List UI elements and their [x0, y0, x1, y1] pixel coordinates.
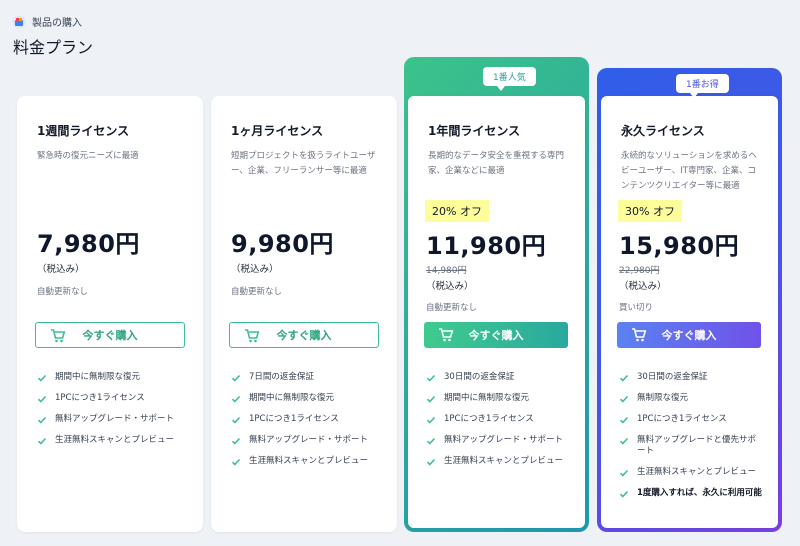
buy-now-button[interactable]: 今すぐ購入: [35, 322, 185, 348]
feature-list: 30日間の返金保証 期間中に無制限な復元 1PCにつき1ライセンス 無料アップグ…: [426, 372, 563, 477]
buy-now-button[interactable]: 今すぐ購入: [617, 322, 761, 348]
app-logo-icon: [12, 15, 26, 28]
list-item: 無制限な復元: [619, 393, 764, 404]
buy-now-label: 今すぐ購入: [276, 329, 332, 342]
list-item: 生涯無料スキャンとプレビュー: [37, 435, 174, 446]
buy-now-label: 今すぐ購入: [468, 329, 524, 342]
list-item: 1PCにつき1ライセンス: [426, 414, 563, 425]
check-icon: [426, 416, 436, 424]
plan-name: 1年間ライセンス: [428, 124, 521, 138]
list-item: 期間中に無制限な復元: [426, 393, 563, 404]
original-price: 22,980円: [619, 266, 660, 276]
check-icon: [231, 416, 241, 424]
check-icon: [231, 374, 241, 382]
renewal-note: 自動更新なし: [37, 287, 89, 297]
discount-badge: 20% オフ: [425, 200, 489, 222]
list-item: 1PCにつき1ライセンス: [37, 393, 174, 404]
page-title: 料金プラン: [13, 38, 94, 57]
cart-icon: [51, 329, 66, 343]
check-icon: [426, 395, 436, 403]
breadcrumb-label[interactable]: 製品の購入: [32, 14, 82, 29]
feature-list: 7日間の返金保証 期間中に無制限な復元 1PCにつき1ライセンス 無料アップグレ…: [231, 372, 368, 477]
original-price: 14,980円: [426, 266, 467, 276]
check-icon: [619, 416, 629, 424]
plan-card-weekly: 1週間ライセンス 緊急時の復元ニーズに最適 7,980円 （税込み） 自動更新な…: [17, 96, 203, 532]
list-item: 生涯無料スキャンとプレビュー: [231, 456, 368, 467]
best-value-badge: 1番お得: [676, 74, 729, 98]
list-item: 1度購入すれば、永久に利用可能: [619, 488, 764, 499]
list-item: 1PCにつき1ライセンス: [231, 414, 368, 425]
check-icon: [231, 458, 241, 466]
check-icon: [619, 469, 629, 477]
feature-list: 30日間の返金保証 無制限な復元 1PCにつき1ライセンス 無料アップグレードと…: [619, 372, 764, 509]
list-item: 生涯無料スキャンとプレビュー: [619, 467, 764, 478]
check-icon: [37, 395, 47, 403]
feature-list: 期間中に無制限な復元 1PCにつき1ライセンス 無料アップグレード・サポート 生…: [37, 372, 174, 456]
cart-icon: [439, 328, 454, 342]
list-item: 無料アップグレード・サポート: [37, 414, 174, 425]
plan-card-yearly: 1年間ライセンス 長期的なデータ安全を重視する専門家、企業などに最適 20% オ…: [408, 96, 585, 528]
list-item: 無料アップグレード・サポート: [231, 435, 368, 446]
check-icon: [231, 395, 241, 403]
tax-note: （税込み）: [426, 281, 474, 292]
plan-description: 永続的なソリューションを求めるヘビーユーザー、IT専門家、企業、コンテンツクリエ…: [621, 151, 757, 191]
renewal-note: 自動更新なし: [426, 303, 478, 313]
discount-badge: 30% オフ: [618, 200, 682, 222]
plan-price: 11,980円: [426, 232, 547, 260]
list-item: 期間中に無制限な復元: [37, 372, 174, 383]
list-item: 期間中に無制限な復元: [231, 393, 368, 404]
check-icon: [426, 374, 436, 382]
buy-now-label: 今すぐ購入: [82, 329, 138, 342]
list-item: 無料アップグレードと優先サポート: [619, 435, 764, 457]
plan-description: 緊急時の復元ニーズに最適: [37, 151, 139, 161]
plan-price: 15,980円: [619, 232, 740, 260]
renewal-note: 自動更新なし: [231, 287, 283, 297]
list-item: 生涯無料スキャンとプレビュー: [426, 456, 563, 467]
plan-description: 短期プロジェクトを扱うライトユーザー、企業、フリーランサー等に最適: [231, 151, 376, 176]
tax-note: （税込み）: [619, 281, 667, 292]
plan-card-monthly: 1ヶ月ライセンス 短期プロジェクトを扱うライトユーザー、企業、フリーランサー等に…: [211, 96, 397, 532]
plan-card-perpetual: 永久ライセンス 永続的なソリューションを求めるヘビーユーザー、IT専門家、企業、…: [601, 96, 778, 528]
buy-now-button[interactable]: 今すぐ購入: [424, 322, 568, 348]
buy-now-button[interactable]: 今すぐ購入: [229, 322, 379, 348]
check-icon: [37, 374, 47, 382]
check-icon: [619, 395, 629, 403]
plan-name: 永久ライセンス: [621, 124, 705, 138]
check-icon: [619, 437, 629, 445]
plan-price: 9,980円: [231, 230, 334, 258]
plan-price: 7,980円: [37, 230, 140, 258]
tax-note: （税込み）: [231, 264, 279, 275]
tax-note: （税込み）: [37, 264, 85, 275]
list-item: 1PCにつき1ライセンス: [619, 414, 764, 425]
plan-name: 1ヶ月ライセンス: [231, 124, 324, 138]
check-icon: [619, 374, 629, 382]
purchase-type-note: 買い切り: [619, 303, 654, 313]
list-item: 30日間の返金保証: [426, 372, 563, 383]
buy-now-label: 今すぐ購入: [661, 329, 717, 342]
check-icon: [426, 458, 436, 466]
list-item: 無料アップグレード・サポート: [426, 435, 563, 446]
list-item: 7日間の返金保証: [231, 372, 368, 383]
cart-icon: [245, 329, 260, 343]
check-icon: [426, 437, 436, 445]
plan-description: 長期的なデータ安全を重視する専門家、企業などに最適: [428, 151, 565, 176]
plan-name: 1週間ライセンス: [37, 124, 130, 138]
list-item: 30日間の返金保証: [619, 372, 764, 383]
cart-icon: [632, 328, 647, 342]
breadcrumb: 製品の購入: [12, 14, 82, 29]
check-icon: [231, 437, 241, 445]
check-icon: [37, 437, 47, 445]
popular-badge: 1番人気: [483, 67, 536, 91]
check-icon: [37, 416, 47, 424]
check-icon: [619, 490, 629, 498]
